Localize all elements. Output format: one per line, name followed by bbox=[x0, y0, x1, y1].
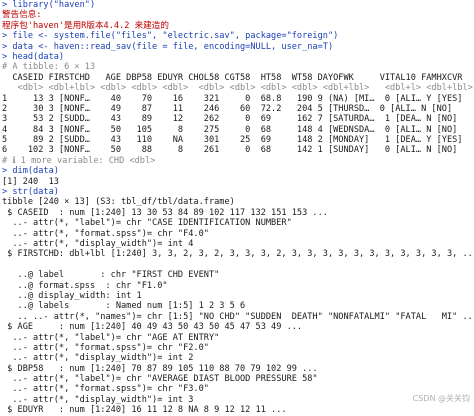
console-output-line: $ FIRSTCHD: dbl+lbl [1:240] 3, 3, 2, 3, … bbox=[2, 249, 474, 260]
console-output-line: ..- attr(*, "format.spss")= chr "F2.0" bbox=[2, 342, 209, 353]
console-command-line: > data <- haven::read_sav(file = file, e… bbox=[2, 41, 334, 52]
console-output-line: $ EDUYR : num [1:240] 16 11 12 8 NA 8 9 … bbox=[2, 405, 287, 416]
console-output-line: .. ..- attr(*, "names")= chr [1:5] "NO C… bbox=[2, 311, 474, 322]
console-output-line: 5 89 2 [SUDD… 43 110 NA 301 25 69 148 2 … bbox=[2, 135, 463, 146]
console-command-line: > file <- system.file("files", "electric… bbox=[2, 31, 339, 42]
console-command-line: > library("haven") bbox=[2, 0, 96, 10]
console-output-line: ..@ display_width: int 1 bbox=[2, 290, 142, 301]
console-output-line: ..- attr(*, "display_width")= int 4 bbox=[2, 238, 194, 249]
console-command-line: > str(data) bbox=[2, 187, 59, 198]
console-output-line: CASEID FIRSTCHD AGE DBP58 EDUYR CHOL58 C… bbox=[2, 72, 463, 83]
console-output-line: ..- attr(*, "format.spss")= chr "F4.0" bbox=[2, 228, 209, 239]
console-output-line: [1] 240 13 bbox=[2, 176, 59, 187]
console-output-line: 2 30 3 [NONF… 49 87 11 246 60 72.2 204 5… bbox=[2, 103, 453, 114]
console-output-line: ..@ labels : Named num [1:5] 1 2 3 5 6 bbox=[2, 301, 246, 312]
console-output-line: tibble [240 × 13] (S3: tbl_df/tbl/data.f… bbox=[2, 197, 235, 208]
console-output-line: ..- attr(*, "label")= chr "AGE AT ENTRY" bbox=[2, 332, 220, 343]
console-output-line: ..- attr(*, "display_width")= int 2 bbox=[2, 353, 194, 364]
console-output-line: ..- attr(*, "label")= chr "CASE IDENTIFI… bbox=[2, 218, 292, 229]
console-output-line: 6 102 3 [NONF… 50 88 8 261 0 68 142 1 [S… bbox=[2, 145, 458, 156]
console-output-line: # A tibble: 6 × 13 bbox=[2, 62, 96, 73]
console-output-line: 4 84 3 [NONF… 50 105 8 275 0 68 148 4 [W… bbox=[2, 124, 458, 135]
console-output-line: ..- attr(*, "format.spss")= chr "F3.0" bbox=[2, 384, 209, 395]
console-warning-line: 警告信息: bbox=[2, 10, 42, 21]
console-output-line: 1 13 3 [NONF… 40 70 16 321 0 68.8 190 9 … bbox=[2, 93, 463, 104]
r-console-output: > library("haven") 警告信息: 程序包'haven'是用R版本4.… bbox=[2, 0, 474, 416]
console-command-line: > head(data) bbox=[2, 51, 65, 62]
console-output-line: ..- attr(*, "display_width")= int 3 bbox=[2, 394, 194, 405]
console-warning-line: 程序包'haven'是用R版本4.4.2 来建造的 bbox=[2, 20, 169, 31]
console-output-line: <dbl> <dbl+lbl> <dbl> <dbl> <dbl> <dbl> … bbox=[2, 83, 473, 94]
console-command-line: > dim(data) bbox=[2, 166, 59, 177]
console-output-line: ..@ label : chr "FIRST CHD EVENT" bbox=[2, 270, 220, 281]
console-output-line: ..@ format.spss : chr "F1.0" bbox=[2, 280, 168, 291]
console-output-line: $ AGE : num [1:240] 40 49 43 50 43 50 45… bbox=[2, 322, 303, 333]
console-output-line: 3 53 2 [SUDD… 43 89 12 262 0 69 162 7 [S… bbox=[2, 114, 458, 125]
console-output-line: $ CASEID : num [1:240] 13 30 53 84 89 10… bbox=[2, 207, 328, 218]
console-output-line: $ DBP58 : num [1:240] 70 87 89 105 110 8… bbox=[2, 363, 318, 374]
csdn-watermark: CSDN @关关钧 bbox=[412, 393, 470, 403]
console-output-line: # ℹ 1 more variable: CHD <dbl> bbox=[2, 155, 156, 166]
console-output-line: ..- attr(*, "label")= chr "AVERAGE DIAST… bbox=[2, 374, 318, 385]
